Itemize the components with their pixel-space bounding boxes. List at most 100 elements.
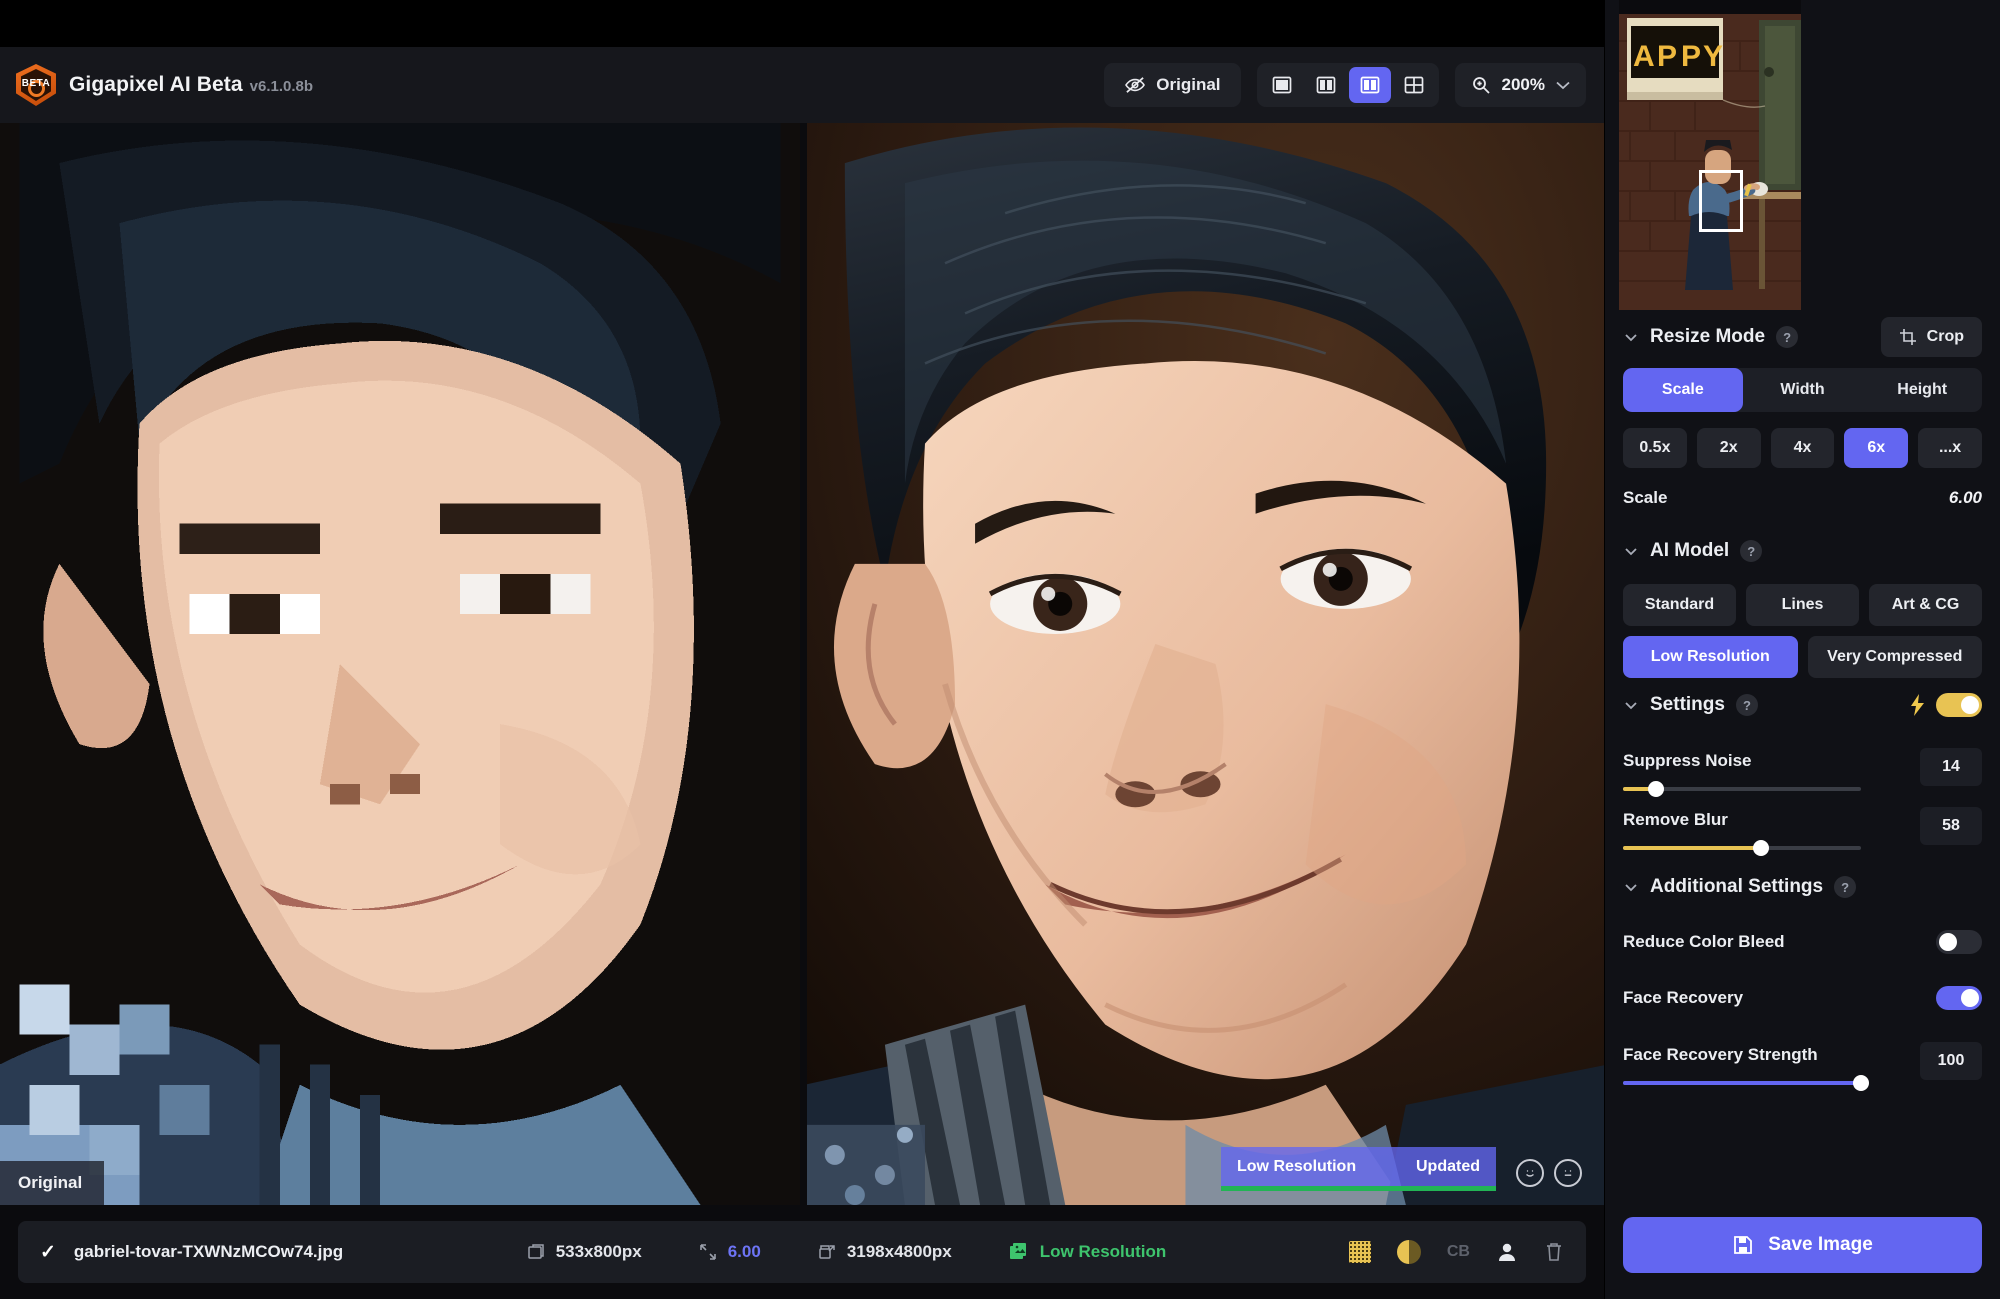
navigator-viewport-rect[interactable] — [1699, 170, 1743, 232]
section-settings[interactable]: Settings ? — [1623, 678, 1982, 732]
model-image-icon — [1008, 1241, 1030, 1263]
chevron-down-icon — [1556, 81, 1570, 90]
view-mode-single[interactable] — [1261, 67, 1303, 103]
gigapixel-app-window: BETA Gigapixel AI Beta v6.1.0.8b Origina… — [0, 0, 2000, 1299]
save-image-button[interactable]: Save Image — [1623, 1217, 1982, 1273]
chevron-down-icon[interactable] — [1623, 697, 1639, 713]
settings-auto-toggle[interactable] — [1936, 693, 1982, 717]
pane-upscaled[interactable]: Low Resolution Updated — [807, 123, 1604, 1205]
additional-settings-title: Additional Settings — [1650, 876, 1823, 898]
scale-preset-custom[interactable]: ...x — [1918, 428, 1982, 468]
pane-divider[interactable] — [800, 123, 807, 1205]
original-toggle-button[interactable]: Original — [1104, 63, 1240, 107]
header-controls: Original — [1104, 63, 1604, 107]
original-image — [0, 123, 800, 1205]
face-feedback-buttons — [1516, 1159, 1582, 1187]
view-mode-split-compare[interactable] — [1349, 67, 1391, 103]
remove-blur-slider[interactable] — [1623, 846, 1861, 850]
reduce-color-bleed-row: Reduce Color Bleed — [1623, 914, 1982, 970]
chevron-down-icon[interactable] — [1623, 329, 1639, 345]
face-recovery-toggle[interactable] — [1936, 986, 1982, 1010]
app-version: v6.1.0.8b — [250, 78, 313, 95]
resize-tab-width[interactable]: Width — [1743, 368, 1863, 412]
svg-text:A: A — [1633, 40, 1655, 73]
output-size-group: 3198x4800px — [817, 1242, 952, 1262]
face-recovery-label: Face Recovery — [1623, 988, 1743, 1008]
save-area: Save Image — [1623, 1217, 1982, 1273]
save-image-label: Save Image — [1768, 1234, 1873, 1256]
suppress-noise-slider[interactable] — [1623, 787, 1861, 791]
svg-text:P: P — [1657, 40, 1677, 73]
file-name: gabriel-tovar-TXWNzMCOw74.jpg — [74, 1242, 343, 1262]
scale-row-value: 6.00 — [1949, 488, 1982, 508]
face-recovery-strength-slider[interactable] — [1623, 1081, 1861, 1085]
face-recovery-strength-value[interactable]: 100 — [1920, 1042, 1982, 1080]
chevron-down-icon[interactable] — [1623, 543, 1639, 559]
model-group: Low Resolution — [1008, 1241, 1167, 1263]
ai-model-very-compressed[interactable]: Very Compressed — [1808, 636, 1983, 678]
model-name: Low Resolution — [1040, 1242, 1167, 1262]
scale-preset-6x[interactable]: 6x — [1844, 428, 1908, 468]
ai-model-art-cg[interactable]: Art & CG — [1869, 584, 1982, 626]
blur-icon[interactable] — [1397, 1240, 1421, 1264]
remove-blur-label: Remove Blur — [1623, 807, 1861, 830]
resize-tab-scale[interactable]: Scale — [1623, 368, 1743, 412]
face-smile-button[interactable] — [1516, 1159, 1544, 1187]
ai-model-standard[interactable]: Standard — [1623, 584, 1736, 626]
resize-tab-height[interactable]: Height — [1862, 368, 1982, 412]
crop-button[interactable]: Crop — [1881, 317, 1982, 357]
ai-model-row-2: Low Resolution Very Compressed — [1623, 636, 1982, 678]
face-recovery-strength-label: Face Recovery Strength — [1623, 1042, 1861, 1065]
upscaled-image — [807, 123, 1604, 1205]
zoom-level-control[interactable]: 200% — [1455, 63, 1586, 107]
navigator-image: A P P Y — [1619, 0, 1801, 310]
zoom-in-icon — [1471, 75, 1491, 95]
resize-mode-help-icon[interactable]: ? — [1776, 326, 1798, 348]
face-recovery-strength-row: Face Recovery Strength 100 — [1623, 1042, 1982, 1085]
navigator-thumbnail[interactable]: A P P Y — [1619, 0, 1801, 310]
settings-help-icon[interactable]: ? — [1736, 694, 1758, 716]
eye-off-icon — [1124, 76, 1146, 94]
file-row[interactable]: ✓ gabriel-tovar-TXWNzMCOw74.jpg 533x800p… — [18, 1221, 1586, 1283]
export-size-icon — [817, 1242, 837, 1262]
scale-arrows-icon — [698, 1242, 718, 1262]
original-toggle-label: Original — [1156, 75, 1220, 95]
logo-beta-badge: BETA — [16, 78, 56, 89]
model-status-chip: Low Resolution Updated — [1221, 1147, 1496, 1191]
scale-preset-4x[interactable]: 4x — [1771, 428, 1835, 468]
ai-model-low-resolution[interactable]: Low Resolution — [1623, 636, 1798, 678]
svg-text:Y: Y — [1703, 40, 1723, 73]
app-logo-icon: BETA — [16, 64, 56, 106]
noise-grain-icon[interactable] — [1349, 1241, 1371, 1263]
ai-model-lines[interactable]: Lines — [1746, 584, 1859, 626]
scale-group: 6.00 — [698, 1242, 761, 1262]
view-mode-grid[interactable] — [1393, 67, 1435, 103]
svg-text:P: P — [1681, 40, 1701, 73]
scale-preset-row: 0.5x 2x 4x 6x ...x — [1623, 428, 1982, 468]
crop-icon — [1899, 328, 1917, 346]
ai-model-help-icon[interactable]: ? — [1740, 540, 1762, 562]
face-recovery-icon[interactable] — [1496, 1241, 1518, 1263]
trash-icon[interactable] — [1544, 1241, 1564, 1263]
suppress-noise-value[interactable]: 14 — [1920, 748, 1982, 786]
remove-blur-value[interactable]: 58 — [1920, 807, 1982, 845]
scale-value-row: Scale 6.00 — [1623, 472, 1982, 524]
save-disk-icon — [1732, 1234, 1754, 1256]
image-compare-canvas[interactable]: Original — [0, 123, 1604, 1205]
scale-row-label: Scale — [1623, 488, 1667, 508]
view-mode-side-by-side[interactable] — [1305, 67, 1347, 103]
face-neutral-button[interactable] — [1554, 1159, 1582, 1187]
chevron-down-icon[interactable] — [1623, 879, 1639, 895]
model-chip-status: Updated — [1416, 1158, 1480, 1176]
section-resize-mode[interactable]: Resize Mode ? Crop — [1623, 310, 1982, 364]
reduce-color-bleed-toggle[interactable] — [1936, 930, 1982, 954]
ai-model-row-1: Standard Lines Art & CG — [1623, 584, 1982, 626]
pane-original[interactable]: Original — [0, 123, 800, 1205]
section-ai-model[interactable]: AI Model ? — [1623, 524, 1982, 578]
scale-preset-2x[interactable]: 2x — [1697, 428, 1761, 468]
scale-preset-0-5x[interactable]: 0.5x — [1623, 428, 1687, 468]
color-bleed-icon[interactable]: CB — [1447, 1243, 1470, 1261]
additional-settings-help-icon[interactable]: ? — [1834, 876, 1856, 898]
resize-mode-title: Resize Mode — [1650, 326, 1765, 348]
section-additional-settings[interactable]: Additional Settings ? — [1623, 860, 1982, 914]
